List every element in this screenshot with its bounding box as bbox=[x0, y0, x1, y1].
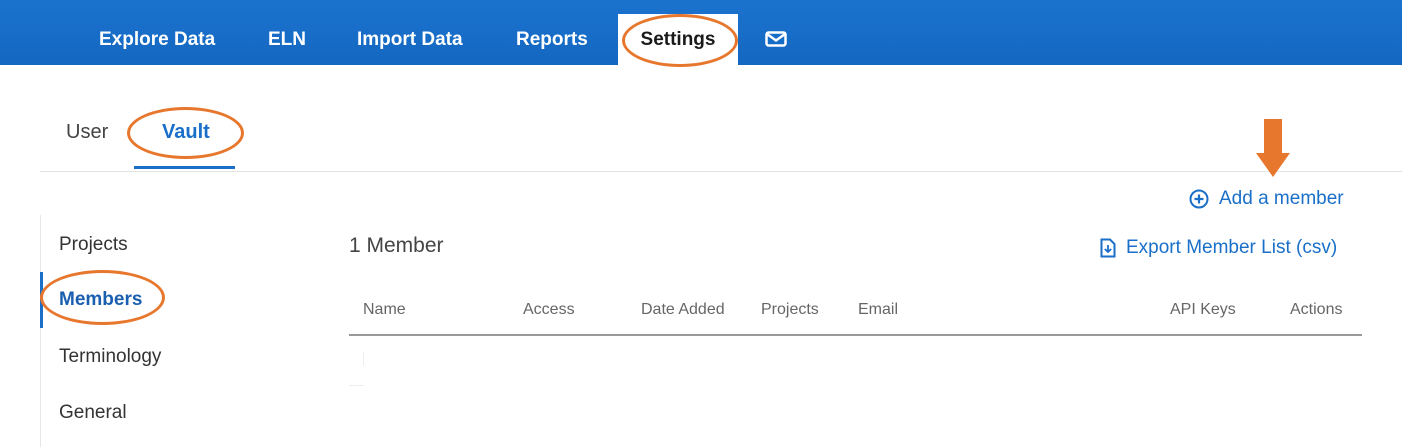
tab-active-underline bbox=[134, 166, 235, 169]
sidebar-item-terminology[interactable]: Terminology bbox=[59, 346, 161, 368]
tab-user[interactable]: User bbox=[66, 121, 108, 144]
sidebar-item-general[interactable]: General bbox=[59, 402, 127, 424]
top-navigation-bar: Explore Data ELN Import Data Reports Set… bbox=[0, 0, 1402, 65]
sidebar-item-projects[interactable]: Projects bbox=[59, 234, 128, 256]
table-row-placeholder bbox=[363, 352, 364, 366]
nav-settings[interactable]: Settings bbox=[618, 14, 738, 65]
nav-explore-data[interactable]: Explore Data bbox=[99, 0, 215, 65]
mail-icon[interactable] bbox=[765, 31, 787, 47]
column-header-actions[interactable]: Actions bbox=[1290, 301, 1342, 319]
add-member-label: Add a member bbox=[1219, 188, 1344, 209]
nav-reports[interactable]: Reports bbox=[516, 0, 588, 65]
column-header-api-keys[interactable]: API Keys bbox=[1170, 301, 1236, 319]
download-file-icon bbox=[1100, 238, 1116, 258]
plus-circle-icon bbox=[1189, 189, 1209, 209]
column-header-access[interactable]: Access bbox=[523, 301, 575, 319]
tabs-divider bbox=[40, 171, 1402, 172]
member-count: 1 Member bbox=[349, 234, 444, 257]
sidebar-item-members[interactable]: Members bbox=[59, 289, 142, 311]
nav-eln[interactable]: ELN bbox=[268, 0, 306, 65]
down-arrow-annotation-icon bbox=[1256, 119, 1290, 177]
nav-settings-label: Settings bbox=[640, 29, 716, 50]
table-row-divider bbox=[349, 385, 364, 386]
sidebar-active-indicator bbox=[40, 272, 43, 328]
export-member-list-button[interactable]: Export Member List (csv) bbox=[1100, 237, 1337, 259]
column-header-projects[interactable]: Projects bbox=[761, 301, 819, 319]
nav-import-data[interactable]: Import Data bbox=[357, 0, 463, 65]
column-header-email[interactable]: Email bbox=[858, 301, 898, 319]
tab-vault[interactable]: Vault bbox=[162, 121, 210, 144]
column-header-date-added[interactable]: Date Added bbox=[641, 301, 725, 319]
sidebar-divider bbox=[40, 215, 41, 447]
column-header-name[interactable]: Name bbox=[363, 301, 406, 319]
add-member-button[interactable]: Add a member bbox=[1189, 188, 1344, 210]
export-label: Export Member List (csv) bbox=[1126, 237, 1338, 258]
table-header-divider bbox=[349, 334, 1362, 336]
